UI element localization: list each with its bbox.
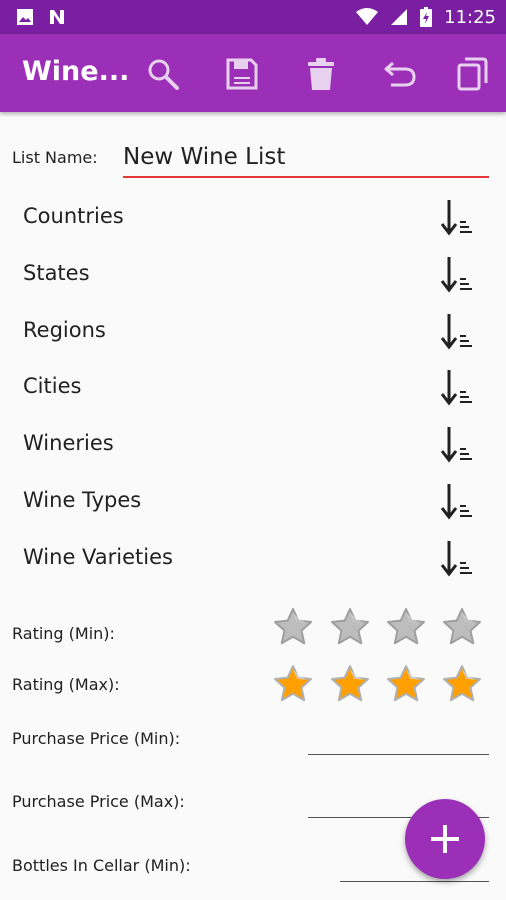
- sort-label: Wineries: [23, 431, 114, 455]
- app-title: Wine...: [22, 56, 130, 87]
- purchase-price-max-label: Purchase Price (Max):: [12, 792, 185, 811]
- sort-label: Wine Types: [23, 488, 142, 512]
- star-icon[interactable]: [442, 664, 482, 704]
- rating-min-label: Rating (Min):: [12, 624, 115, 643]
- star-icon[interactable]: [273, 607, 313, 647]
- app-bar: Wine...: [0, 34, 506, 112]
- sort-descending-icon[interactable]: [438, 425, 474, 463]
- list-name-input[interactable]: [123, 138, 489, 178]
- sort-descending-icon[interactable]: [438, 255, 474, 293]
- search-button[interactable]: [143, 54, 183, 94]
- sort-row-states[interactable]: States: [0, 251, 506, 301]
- search-icon: [148, 59, 179, 90]
- star-icon[interactable]: [386, 607, 426, 647]
- signal-icon: [391, 9, 408, 25]
- rating-max-label: Rating (Max):: [12, 675, 120, 694]
- sort-descending-icon[interactable]: [438, 312, 474, 350]
- star-icon[interactable]: [273, 664, 313, 704]
- status-time: 11:25: [444, 6, 496, 28]
- copy-icon: [457, 57, 488, 91]
- sort-label: Wine Varieties: [23, 545, 173, 569]
- sort-label: Countries: [23, 204, 124, 228]
- status-bar: 11:25: [0, 0, 506, 34]
- star-icon[interactable]: [442, 607, 482, 647]
- battery-icon: [420, 7, 433, 27]
- star-icon[interactable]: [330, 664, 370, 704]
- sort-label: States: [23, 261, 90, 285]
- list-name-label: List Name:: [12, 148, 98, 167]
- save-button[interactable]: [222, 54, 262, 94]
- copy-button[interactable]: [452, 54, 492, 94]
- sort-descending-icon[interactable]: [438, 368, 474, 406]
- sort-label: Regions: [23, 318, 106, 342]
- bottles-in-cellar-min-label: Bottles In Cellar (Min):: [12, 856, 191, 875]
- add-button[interactable]: [405, 799, 485, 879]
- star-icon[interactable]: [330, 607, 370, 647]
- undo-icon: [384, 61, 416, 87]
- undo-button[interactable]: [380, 54, 420, 94]
- star-icon[interactable]: [386, 664, 426, 704]
- sort-label: Cities: [23, 374, 82, 398]
- sort-descending-icon[interactable]: [438, 539, 474, 577]
- sort-row-regions[interactable]: Regions: [0, 308, 506, 358]
- sort-row-wineries[interactable]: Wineries: [0, 421, 506, 471]
- sort-row-wine-types[interactable]: Wine Types: [0, 478, 506, 528]
- purchase-price-min-label: Purchase Price (Min):: [12, 729, 181, 748]
- sort-row-cities[interactable]: Cities: [0, 364, 506, 414]
- delete-icon: [308, 58, 334, 90]
- delete-button[interactable]: [301, 54, 341, 94]
- sort-descending-icon[interactable]: [438, 198, 474, 236]
- wifi-icon: [356, 8, 379, 25]
- bottles-in-cellar-min-input[interactable]: [340, 881, 489, 882]
- sort-row-wine-varieties[interactable]: Wine Varieties: [0, 535, 506, 585]
- plus-icon: [431, 825, 459, 853]
- save-icon: [226, 58, 258, 90]
- image-icon: [17, 9, 33, 25]
- sort-row-countries[interactable]: Countries: [0, 194, 506, 244]
- sort-descending-icon[interactable]: [438, 482, 474, 520]
- purchase-price-min-input[interactable]: [308, 754, 489, 755]
- notification-n-icon: [50, 10, 64, 24]
